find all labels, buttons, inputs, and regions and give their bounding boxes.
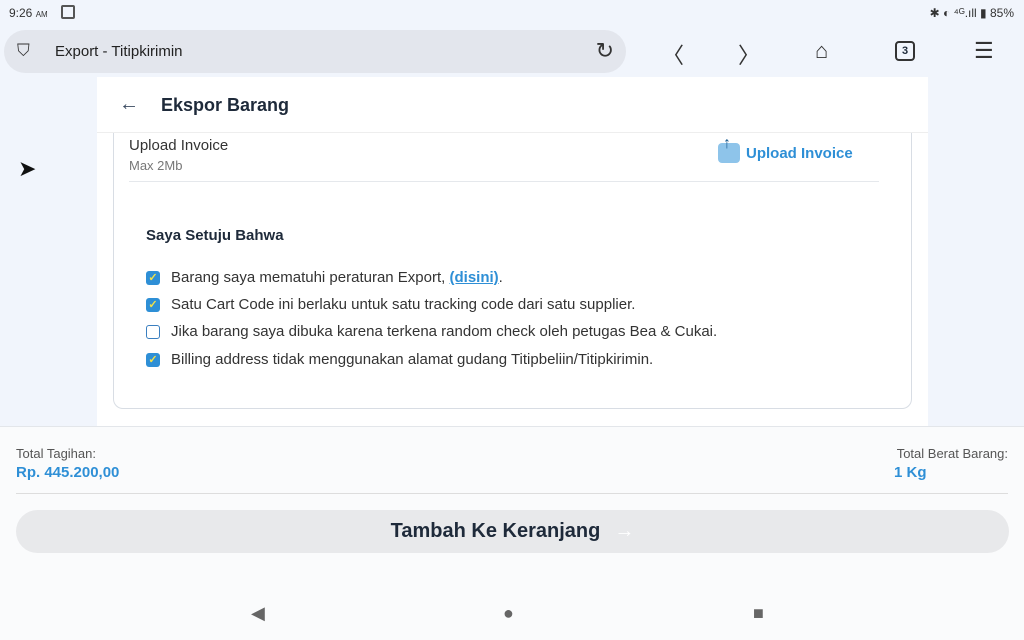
tab-title: Export - Titipkirimin — [55, 43, 183, 60]
reload-icon[interactable]: ↻ — [596, 38, 614, 64]
checkbox-label: Satu Cart Code ini berlaku untuk satu tr… — [171, 296, 636, 313]
status-bar: 9:26 AM ✱ ◐ ⁴ᴳ.ıll ▮ 85% — [0, 0, 1024, 26]
menu-icon[interactable]: ☰ — [974, 38, 994, 64]
upload-icon — [718, 135, 740, 163]
checkbox-export-rules[interactable]: ✓ Barang saya mematuhi peraturan Export, … — [146, 269, 503, 286]
upload-invoice-button[interactable]: Upload Invoice — [718, 135, 853, 163]
checkbox-random-check[interactable]: Jika barang saya dibuka karena terkena r… — [146, 323, 717, 340]
checkbox-label: Barang saya mematuhi peraturan Export, — [171, 269, 446, 286]
shield-icon: ⛉ — [17, 41, 30, 60]
punctuation: . — [498, 269, 503, 286]
address-bar[interactable]: ⛉ Export - Titipkirimin ↻ — [4, 30, 626, 73]
add-to-cart-button[interactable]: Tambah Ke Keranjang → — [16, 510, 1009, 553]
clock: 9:26 AM — [9, 6, 48, 20]
checkout-footer: Total Tagihan: Rp. 445.200,00 Total Bera… — [0, 426, 1024, 640]
checkbox-billing-address[interactable]: ✓ Billing address tidak menggunakan alama… — [146, 351, 653, 368]
checkbox-label: Jika barang saya dibuka karena terkena r… — [171, 323, 718, 340]
system-back-icon[interactable]: ◀ — [251, 603, 265, 624]
checkbox-checked[interactable]: ✓ — [146, 270, 160, 285]
upload-label: Upload Invoice — [129, 137, 229, 154]
total-value: Rp. 445.200,00 — [16, 464, 120, 481]
back-arrow-icon[interactable]: ← — [119, 93, 139, 116]
system-recents-icon[interactable]: ■ — [753, 603, 764, 624]
page-header: ← Ekspor Barang — [97, 77, 928, 133]
page-title: Ekspor Barang — [161, 95, 290, 115]
back-nav-icon[interactable]: 〈 — [662, 38, 684, 70]
add-to-cart-label: Tambah Ke Keranjang — [390, 520, 601, 542]
arrow-right-icon: → — [614, 520, 635, 542]
divider — [16, 493, 1008, 494]
weight-label: Total Berat Barang: — [896, 446, 1008, 461]
home-icon[interactable]: ⌂ — [815, 38, 828, 64]
status-icons: ✱ ◐ ⁴ᴳ.ıll ▮ 85% — [929, 6, 1014, 20]
disini-link[interactable]: (disini) — [450, 269, 499, 286]
checkbox-checked[interactable]: ✓ — [146, 297, 160, 312]
export-page: ← Ekspor Barang Upload Invoice Max 2Mb U… — [97, 77, 928, 426]
divider — [129, 181, 879, 182]
checkbox-label: Billing address tidak menggunakan alamat… — [171, 351, 654, 368]
checkbox-unchecked[interactable] — [146, 324, 160, 339]
system-home-icon[interactable]: ● — [503, 603, 514, 624]
total-label: Total Tagihan: — [16, 446, 96, 461]
forward-nav-icon[interactable]: 〉 — [738, 38, 760, 70]
mouse-cursor-icon: ➤ — [18, 156, 37, 181]
agreement-title: Saya Setuju Bahwa — [146, 227, 284, 244]
checkbox-cart-code[interactable]: ✓ Satu Cart Code ini berlaku untuk satu t… — [146, 296, 635, 313]
upload-hint: Max 2Mb — [129, 158, 183, 173]
checkbox-checked[interactable]: ✓ — [146, 352, 160, 367]
tabs-button[interactable]: 3 — [895, 41, 915, 61]
weight-value: 1 Kg — [894, 464, 927, 481]
upload-button-label: Upload Invoice — [746, 144, 853, 162]
gallery-notification-icon — [61, 5, 75, 19]
